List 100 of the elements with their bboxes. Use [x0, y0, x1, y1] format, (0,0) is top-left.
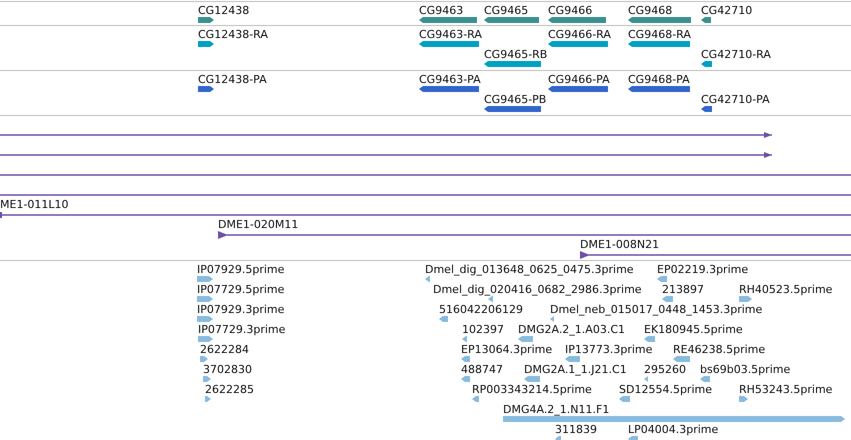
- feature-label: RH40523.5prime: [739, 283, 832, 296]
- clone-line[interactable]: [218, 231, 851, 239]
- transcript-glyph[interactable]: [419, 41, 479, 47]
- transcript-glyph[interactable]: [701, 61, 712, 67]
- est-glyph[interactable]: [205, 396, 211, 402]
- est-glyph[interactable]: [488, 296, 493, 302]
- protein-glyph[interactable]: [198, 86, 214, 92]
- feature-label: CG9465-PB: [484, 93, 546, 106]
- est-glyph[interactable]: [200, 356, 208, 362]
- feature-label: CG9465-RB: [484, 48, 548, 61]
- feature-label: CG9466-PA: [548, 73, 610, 86]
- feature-label: CG9468-RA: [628, 28, 691, 41]
- est-glyph[interactable]: [462, 336, 467, 342]
- feature-label: DMG2A.2_1.A03.C1: [518, 323, 626, 336]
- gene-glyph[interactable]: [198, 17, 214, 23]
- feature-label: CG42710: [701, 4, 752, 17]
- feature-label: Dmel_dig_020416_0682_2986.3prime: [433, 283, 642, 296]
- feature-label: CG12438-PA: [198, 73, 267, 86]
- feature-label: 3702830: [203, 363, 252, 376]
- gene-glyph[interactable]: [628, 17, 691, 23]
- clone-label: ME1-011L10: [0, 198, 69, 211]
- est-glyph[interactable]: [700, 376, 710, 382]
- gene-glyph[interactable]: [548, 17, 606, 23]
- feature-label: SD12554.5prime: [619, 383, 712, 396]
- est-glyph[interactable]: [197, 296, 213, 302]
- est-glyph[interactable]: [739, 396, 748, 402]
- clone-line[interactable]: [0, 174, 851, 176]
- feature-label: 488747: [461, 363, 503, 376]
- feature-label: CG9463-PA: [419, 73, 481, 86]
- est-glyph[interactable]: [673, 356, 690, 362]
- feature-label: RH53243.5prime: [739, 383, 832, 396]
- feature-label: 102397: [462, 323, 504, 336]
- est-glyph[interactable]: [628, 436, 638, 440]
- feature-label: CG9466-RA: [548, 28, 611, 41]
- clone-line[interactable]: [0, 132, 772, 138]
- est-glyph[interactable]: [439, 316, 448, 322]
- est-glyph[interactable]: [739, 296, 752, 302]
- feature-label: Dmel_neb_015017_0448_1453.3prime: [550, 303, 762, 316]
- feature-label: Dmel_dig_013648_0625_0475.3prime: [425, 263, 634, 276]
- gene-glyph[interactable]: [701, 17, 711, 23]
- est-glyph[interactable]: [524, 376, 540, 382]
- clone-label: DME1-020M11: [218, 218, 298, 231]
- feature-label: CG12438: [198, 4, 250, 17]
- est-glyph[interactable]: [472, 396, 479, 402]
- feature-label: CG42710-RA: [701, 48, 771, 61]
- est-glyph[interactable]: [203, 376, 211, 382]
- est-glyph[interactable]: [657, 276, 667, 282]
- feature-label: CG9463-RA: [419, 28, 482, 41]
- feature-label: CG9466: [548, 4, 592, 17]
- est-glyph[interactable]: [555, 436, 561, 440]
- feature-label: CG9465: [484, 4, 528, 17]
- est-glyph[interactable]: [550, 316, 554, 322]
- feature-label: RP003343214.5prime: [472, 383, 592, 396]
- est-glyph[interactable]: [461, 356, 470, 362]
- feature-label: bs69b03.5prime: [700, 363, 790, 376]
- feature-label: EK180945.5prime: [644, 323, 743, 336]
- est-glyph[interactable]: [425, 276, 430, 282]
- transcript-glyph[interactable]: [484, 61, 541, 67]
- protein-glyph[interactable]: [701, 106, 712, 112]
- feature-label: LP04004.3prime: [628, 423, 718, 436]
- est-glyph[interactable]: [197, 276, 213, 282]
- feature-label: EP13064.3prime: [461, 343, 552, 356]
- est-glyph[interactable]: [644, 336, 655, 342]
- feature-label: CG9468-PA: [628, 73, 690, 86]
- feature-label: 295260: [644, 363, 686, 376]
- feature-label: IP07929.5prime: [197, 263, 284, 276]
- clone-line[interactable]: [580, 251, 851, 259]
- gene-glyph[interactable]: [484, 17, 539, 23]
- feature-label: IP07729.3prime: [198, 323, 286, 336]
- est-glyph[interactable]: [197, 316, 213, 322]
- feature-label: 516042206129: [439, 303, 523, 316]
- gene-glyph[interactable]: [419, 17, 477, 23]
- feature-label: IP07729.5prime: [197, 283, 284, 296]
- protein-glyph[interactable]: [419, 86, 479, 92]
- feature-label: 2622284: [200, 343, 249, 356]
- feature-label: CG9463: [419, 4, 464, 17]
- feature-label: 311839: [555, 423, 597, 436]
- est-glyph[interactable]: [662, 296, 673, 302]
- feature-label: DMG2A.1_1.J21.C1: [524, 363, 627, 376]
- protein-glyph[interactable]: [484, 106, 541, 112]
- transcript-glyph[interactable]: [548, 41, 608, 47]
- clone-line[interactable]: [0, 212, 851, 218]
- clone-label: DME1-008N21: [580, 238, 660, 251]
- est-glyph[interactable]: [644, 376, 648, 382]
- est-glyph[interactable]: [198, 336, 213, 342]
- feature-label: 2622285: [205, 383, 254, 396]
- clone-line[interactable]: [0, 194, 851, 196]
- est-glyph[interactable]: [565, 356, 580, 362]
- est-glyph[interactable]: [518, 336, 533, 342]
- feature-label: CG42710-PA: [701, 93, 770, 106]
- protein-glyph[interactable]: [548, 86, 608, 92]
- clone-line[interactable]: [0, 152, 772, 158]
- feature-label: IP07929.3prime: [197, 303, 284, 316]
- transcript-glyph[interactable]: [628, 41, 690, 47]
- est-glyph[interactable]: [461, 376, 470, 382]
- feature-label: EP02219.3prime: [657, 263, 748, 276]
- feature-label: 213897: [662, 283, 704, 296]
- transcript-glyph[interactable]: [198, 41, 214, 47]
- est-glyph[interactable]: [619, 396, 630, 402]
- protein-glyph[interactable]: [628, 86, 690, 92]
